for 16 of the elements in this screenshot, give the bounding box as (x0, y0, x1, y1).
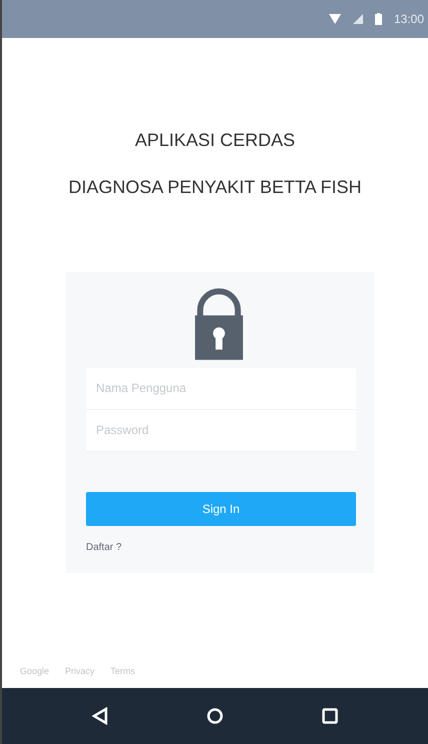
password-field[interactable]: Password (86, 410, 356, 452)
sign-in-button[interactable]: Sign In (86, 492, 356, 526)
footer-link[interactable]: Terms (110, 666, 136, 676)
home-icon[interactable] (206, 708, 223, 724)
status-time: 13:00 (394, 12, 424, 26)
app-title: APLIKASI CERDAS (134, 130, 296, 151)
wifi-icon (328, 14, 341, 24)
register-link[interactable]: Daftar ? (86, 542, 122, 553)
signal-icon (352, 14, 363, 24)
footer-link[interactable]: Privacy (65, 666, 95, 676)
footer-link[interactable]: Google (20, 666, 50, 676)
back-icon[interactable] (92, 707, 108, 725)
username-field[interactable]: Nama Pengguna (86, 368, 356, 410)
app-title: DIAGNOSA PENYAKIT BETTA FISH (68, 177, 362, 198)
battery-icon (374, 13, 382, 25)
recent-apps-icon[interactable] (322, 708, 338, 724)
